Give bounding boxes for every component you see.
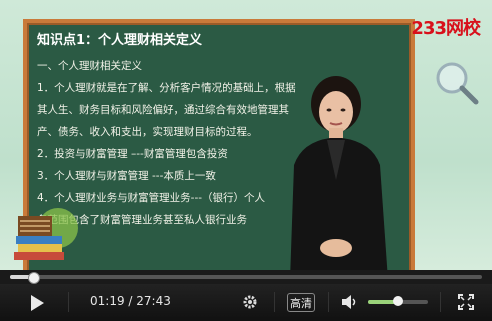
board-line: 1．个人理财就是在了解、分析客户情况的基础上，根据 [37,82,296,94]
video-frame[interactable]: 知识点1：个人理财相关定义 一、个人理财相关定义 1．个人理财就是在了解、分析客… [0,0,492,270]
volume-handle[interactable] [393,296,403,306]
magnifier-icon [436,62,479,105]
board-title: 知识点1：个人理财相关定义 [37,33,203,48]
seek-bar[interactable] [0,270,492,284]
divider [328,292,329,312]
seek-handle[interactable] [27,272,40,284]
current-time: 01:19 [90,294,125,308]
books-abacus-decoration [14,208,78,260]
settings-button[interactable] [240,292,260,312]
board-line: 3．个人理财与财富管理 ---本质上一致 [37,170,216,182]
fullscreen-button[interactable] [456,292,476,312]
time-display: 01:19 / 27:43 [90,294,171,308]
seek-track[interactable] [10,272,482,284]
divider [68,292,69,312]
board-line: 其人生、财务目标和风险偏好，通过综合有效地管理其 [37,104,289,116]
volume-icon [342,295,356,309]
presenter [290,76,388,270]
board-line: 产、债务、收入和支出，实现理财目标的过程。 [37,126,258,138]
board-line: 一、个人理财相关定义 [37,60,142,72]
divider [274,292,275,312]
board-line: 4．个人理财业务与财富管理业务---（银行）个人 [37,192,266,204]
brand-logo: 233网校 [411,18,481,39]
duration: 27:43 [136,294,171,308]
quality-hd-button[interactable]: 高清 [287,293,315,312]
board-line: 2．投资与财富管理 –--财富管理包含投资 [37,148,228,160]
volume-button[interactable] [340,293,360,311]
play-button[interactable] [26,292,48,314]
divider [440,292,441,312]
play-icon [31,295,44,311]
fullscreen-icon [458,294,474,310]
time-separator: / [124,294,137,308]
player-controls: 01:19 / 27:43 高清 [0,284,492,321]
settings-gear-icon [243,295,257,309]
volume-slider[interactable] [368,296,428,306]
